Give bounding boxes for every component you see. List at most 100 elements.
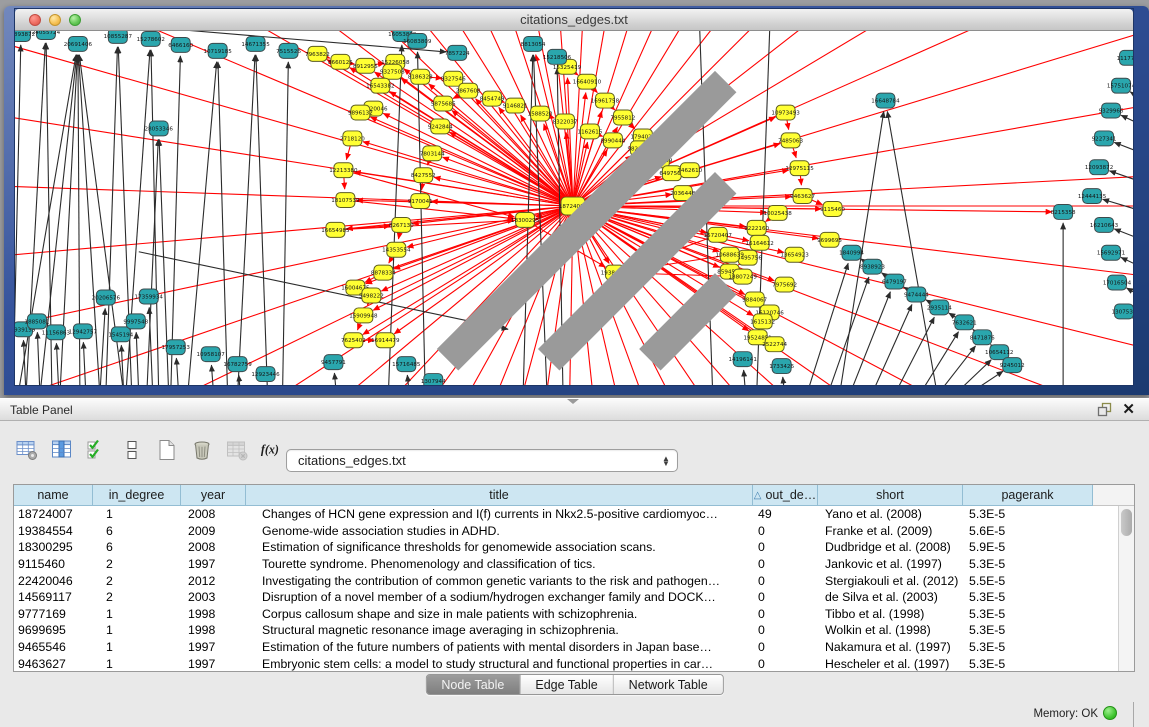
table-cell: 1997 <box>181 557 246 571</box>
table-row[interactable]: 969969511998Structural magnetic resonanc… <box>14 622 1134 639</box>
table-cell: 1 <box>93 657 181 671</box>
row-selection-button[interactable] <box>84 437 110 463</box>
close-panel-button[interactable]: ✕ <box>1122 402 1135 417</box>
table-cell: 1997 <box>181 640 246 654</box>
create-column-button[interactable] <box>154 437 180 463</box>
table-row[interactable]: 2242004622012Investigating the contribut… <box>14 572 1134 589</box>
table-options-button[interactable] <box>14 437 40 463</box>
table-cell: 14569117 <box>14 590 93 604</box>
table-cell: 0 <box>753 623 818 637</box>
memory-status-label: Memory: OK <box>1033 708 1098 720</box>
table-cell: 19384554 <box>14 524 93 538</box>
table-cell: 1 <box>93 623 181 637</box>
function-builder-button[interactable]: f(x) <box>259 437 285 463</box>
table-cell: 2 <box>93 590 181 604</box>
delete-columns-button[interactable] <box>189 437 215 463</box>
network-canvas[interactable]: 7963822866012589129551522605893275081654… <box>15 31 1133 385</box>
table-source-select[interactable]: citations_edges.txt ▲▼ <box>286 449 678 472</box>
scrollbar-thumb[interactable] <box>1121 509 1132 536</box>
show-columns-button[interactable] <box>49 437 75 463</box>
tab-edge-table[interactable]: Edge Table <box>520 675 613 694</box>
column-header-in_degree[interactable]: in_degree <box>93 485 181 506</box>
table-panel-header[interactable]: Table Panel ✕ <box>0 398 1149 421</box>
panel-title: Table Panel <box>0 403 73 417</box>
table-cell: 0 <box>753 657 818 671</box>
table-cell: Embryonic stem cells: a model to study s… <box>246 657 753 671</box>
table-cell: 2003 <box>181 590 246 604</box>
table-cell: 0 <box>753 590 818 604</box>
table-cell: 5.3E-5 <box>963 623 1093 637</box>
status-divider <box>1133 702 1134 727</box>
delete-table-button[interactable] <box>224 437 250 463</box>
table-cell: Dudbridge et al. (2008) <box>818 540 963 554</box>
minimize-window-button[interactable] <box>49 14 61 26</box>
float-panel-button[interactable] <box>1097 402 1112 417</box>
resize-grip[interactable] <box>15 31 1133 385</box>
table-row[interactable]: 1938455462009Genome-wide association stu… <box>14 523 1134 540</box>
zoom-window-button[interactable] <box>69 14 81 26</box>
table-cell: 9115460 <box>14 557 93 571</box>
table-cell: 1 <box>93 507 181 521</box>
tab-network-table[interactable]: Network Table <box>614 675 723 694</box>
table-cell: 5.5E-5 <box>963 574 1093 588</box>
table-cell: 2 <box>93 557 181 571</box>
table-cell: Genome-wide association studies in ADHD. <box>246 524 753 538</box>
table-header-row: namein_degreeyeartitle△out_de…shortpager… <box>14 485 1134 506</box>
table-cell: 9699695 <box>14 623 93 637</box>
table-row[interactable]: 946362711997Embryonic stem cells: a mode… <box>14 655 1134 672</box>
memory-ok-indicator[interactable] <box>1103 706 1117 720</box>
table-cell: Estimation of significance thresholds fo… <box>246 540 753 554</box>
table-panel: Table Panel ✕ <box>0 398 1149 727</box>
table-cell: 2012 <box>181 574 246 588</box>
table-row[interactable]: 977716911998Corpus callosum shape and si… <box>14 606 1134 623</box>
column-header-pagerank[interactable]: pagerank <box>963 485 1093 506</box>
svg-text:f(x): f(x) <box>261 443 279 457</box>
column-header-out_de[interactable]: △out_de… <box>753 485 818 506</box>
table-row[interactable]: 946554611997Estimation of the future num… <box>14 639 1134 656</box>
split-view-button[interactable] <box>119 437 145 463</box>
table-vertical-scrollbar[interactable] <box>1118 506 1134 672</box>
column-header-short[interactable]: short <box>818 485 963 506</box>
table-row[interactable]: 911546021997Tourette syndrome. Phenomeno… <box>14 556 1134 573</box>
table-cell: 1 <box>93 640 181 654</box>
table-cell: Stergiakouli et al. (2012) <box>818 574 963 588</box>
table-cell: 5.3E-5 <box>963 507 1093 521</box>
header-filler <box>1093 485 1134 506</box>
table-cell: 0 <box>753 557 818 571</box>
combo-stepper-icon: ▲▼ <box>659 456 677 466</box>
table-cell: de Silva et al. (2003) <box>818 590 963 604</box>
table-cell: Nakamura et al. (1997) <box>818 640 963 654</box>
table-cell: Hescheler et al. (1997) <box>818 657 963 671</box>
table-cell: 0 <box>753 640 818 654</box>
table-cell: 5.3E-5 <box>963 640 1093 654</box>
table-cell: 6 <box>93 524 181 538</box>
table-cell: 9465546 <box>14 640 93 654</box>
network-window: citations_edges.txt 79638228660125891295… <box>4 6 1149 395</box>
table-row[interactable]: 1456911722003Disruption of a novel membe… <box>14 589 1134 606</box>
tab-node-table[interactable]: Node Table <box>426 675 520 694</box>
table-cell: 2 <box>93 574 181 588</box>
table-cell: Estimation of the future numbers of pati… <box>246 640 753 654</box>
table-cell: 5.3E-5 <box>963 557 1093 571</box>
panel-drag-handle[interactable] <box>567 399 579 404</box>
table-toolbar: f(x) <box>14 434 285 466</box>
table-row[interactable]: 1872400712008Changes of HCN gene express… <box>14 506 1134 523</box>
table-cell: 22420046 <box>14 574 93 588</box>
window-titlebar[interactable]: citations_edges.txt <box>15 9 1133 31</box>
column-header-year[interactable]: year <box>181 485 246 506</box>
table-cell: 5.9E-5 <box>963 540 1093 554</box>
table-cell: Jankovic et al. (1997) <box>818 557 963 571</box>
table-cell: Franke et al. (2009) <box>818 524 963 538</box>
column-header-name[interactable]: name <box>14 485 93 506</box>
table-cell: 1998 <box>181 623 246 637</box>
table-cell: 0 <box>753 524 818 538</box>
table-cell: Disruption of a novel member of a sodium… <box>246 590 753 604</box>
table-cell: 5.6E-5 <box>963 524 1093 538</box>
column-header-title[interactable]: title <box>246 485 753 506</box>
table-row[interactable]: 1830029562008Estimation of significance … <box>14 539 1134 556</box>
table-cell: Tourette syndrome. Phenomenology and cla… <box>246 557 753 571</box>
close-window-button[interactable] <box>29 14 41 26</box>
table-cell: 5.3E-5 <box>963 590 1093 604</box>
table-source-value: citations_edges.txt <box>287 453 659 468</box>
table-cell: 1997 <box>181 657 246 671</box>
